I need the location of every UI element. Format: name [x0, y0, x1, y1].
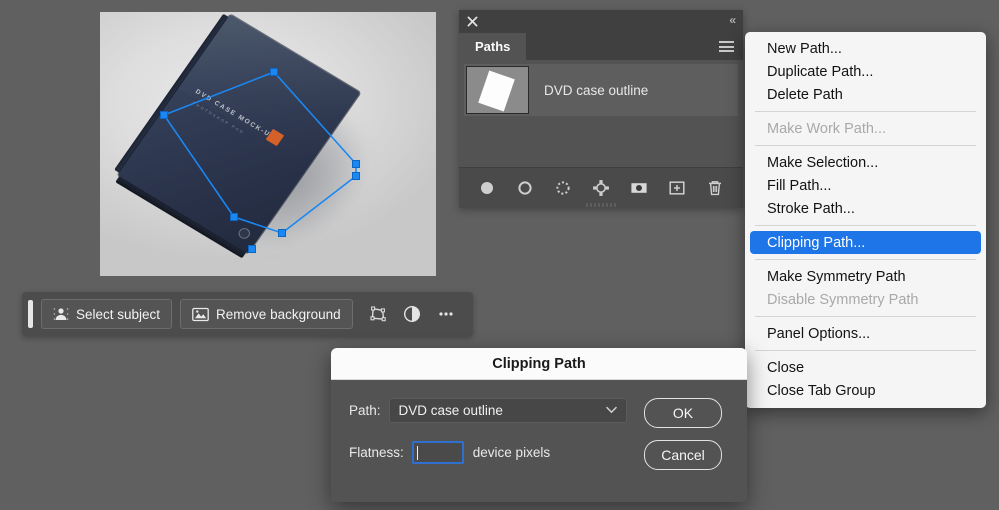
menu-item-close[interactable]: Close	[745, 356, 986, 379]
text-cursor	[416, 445, 418, 460]
path-field-label: Path:	[349, 403, 381, 418]
menu-line	[719, 41, 734, 43]
path-thumbnail-shape	[478, 70, 515, 112]
path-thumbnail[interactable]	[466, 66, 529, 114]
menu-separator	[755, 111, 976, 112]
document-canvas[interactable]: DVD CASE MOCK-UP PHOTOSHOP PSD	[100, 12, 436, 276]
panel-resize-grip[interactable]	[586, 203, 616, 207]
stroke-path-icon[interactable]	[514, 177, 536, 199]
load-path-as-selection-icon[interactable]	[552, 177, 574, 199]
ok-button[interactable]: OK	[644, 398, 722, 428]
path-anchor-point[interactable]	[230, 213, 238, 221]
menu-separator	[755, 259, 976, 260]
close-icon[interactable]	[466, 15, 479, 28]
menu-item-close-tab-group[interactable]: Close Tab Group	[745, 379, 986, 402]
mockup-corner-badge-icon	[236, 226, 253, 241]
panel-titlebar: «	[459, 10, 743, 33]
perspective-transform-icon[interactable]	[361, 299, 395, 329]
add-mask-icon[interactable]	[628, 177, 650, 199]
flatness-field-row: Flatness: device pixels	[349, 441, 637, 464]
path-item-label: DVD case outline	[544, 82, 649, 98]
paths-list[interactable]: DVD case outline	[459, 60, 743, 168]
menu-separator	[755, 316, 976, 317]
menu-item-duplicate-path[interactable]: Duplicate Path...	[745, 60, 986, 83]
menu-item-new-path[interactable]: New Path...	[745, 37, 986, 60]
panel-tab-row: Paths	[459, 33, 743, 60]
menu-item-make-symmetry-path[interactable]: Make Symmetry Path	[745, 265, 986, 288]
adjustment-circle-icon[interactable]	[395, 299, 429, 329]
dialog-fields: Path: DVD case outline Flatness: device	[349, 396, 637, 482]
path-anchor-point[interactable]	[352, 172, 360, 180]
select-subject-icon	[53, 306, 69, 322]
chevron-down-icon	[605, 406, 617, 414]
clipping-path-dialog[interactable]: Clipping Path Path: DVD case outline Fla…	[331, 348, 747, 502]
path-anchor-point[interactable]	[352, 160, 360, 168]
paths-panel-footer[interactable]	[459, 167, 743, 208]
dialog-body: Path: DVD case outline Flatness: device	[331, 380, 747, 502]
menu-item-make-work-path: Make Work Path...	[767, 120, 886, 137]
remove-background-label: Remove background	[216, 306, 341, 322]
dialog-buttons: OK Cancel	[637, 396, 729, 470]
toolbar-drag-handle[interactable]	[28, 300, 33, 328]
cancel-button[interactable]: Cancel	[644, 440, 722, 470]
path-list-item[interactable]: DVD case outline	[464, 64, 738, 116]
dialog-title: Clipping Path	[331, 348, 747, 380]
select-subject-label: Select subject	[76, 306, 161, 322]
remove-background-icon	[192, 307, 209, 322]
path-anchor-point[interactable]	[278, 229, 286, 237]
paths-panel[interactable]: « Paths DVD case outline	[459, 10, 743, 208]
menu-separator	[755, 145, 976, 146]
menu-line	[719, 50, 734, 52]
menu-item-disable-symmetry-path: Disable Symmetry Path	[767, 291, 919, 308]
new-path-icon[interactable]	[666, 177, 688, 199]
path-anchor-point[interactable]	[160, 111, 168, 119]
menu-line	[719, 45, 734, 48]
menu-separator	[755, 350, 976, 351]
menu-item-panel-options[interactable]: Panel Options...	[745, 322, 986, 345]
flatness-units-label: device pixels	[472, 445, 551, 460]
menu-item-make-selection[interactable]: Make Selection...	[745, 151, 986, 174]
mockup-title-text: DVD CASE MOCK-UP	[193, 88, 277, 142]
fill-path-icon[interactable]	[476, 177, 498, 199]
path-select[interactable]: DVD case outline	[388, 398, 627, 423]
collapse-panel-icon[interactable]: «	[729, 14, 736, 27]
menu-item-stroke-path[interactable]: Stroke Path...	[745, 197, 986, 220]
tab-paths-label: Paths	[475, 39, 511, 54]
contextual-task-bar[interactable]: Select subject Remove background	[22, 292, 473, 336]
path-field-row: Path: DVD case outline	[349, 398, 637, 423]
menu-item-fill-path[interactable]: Fill Path...	[745, 174, 986, 197]
path-anchor-point[interactable]	[248, 245, 256, 253]
select-subject-button[interactable]: Select subject	[41, 299, 173, 329]
paths-panel-flyout-menu[interactable]: New Path... Duplicate Path... Delete Pat…	[745, 32, 986, 408]
flatness-input[interactable]	[411, 441, 464, 464]
menu-separator	[755, 225, 976, 226]
menu-item-delete-path[interactable]: Delete Path	[745, 83, 986, 106]
make-work-path-icon[interactable]	[590, 177, 612, 199]
delete-path-icon[interactable]	[704, 177, 726, 199]
panel-menu-icon[interactable]	[719, 41, 734, 52]
remove-background-button[interactable]: Remove background	[180, 299, 353, 329]
tab-paths[interactable]: Paths	[459, 33, 527, 60]
path-anchor-point[interactable]	[270, 68, 278, 76]
menu-item-clipping-path[interactable]: Clipping Path...	[750, 231, 981, 254]
flatness-field-label: Flatness:	[349, 445, 404, 460]
more-options-icon[interactable]	[429, 299, 463, 329]
path-select-value: DVD case outline	[398, 403, 503, 418]
